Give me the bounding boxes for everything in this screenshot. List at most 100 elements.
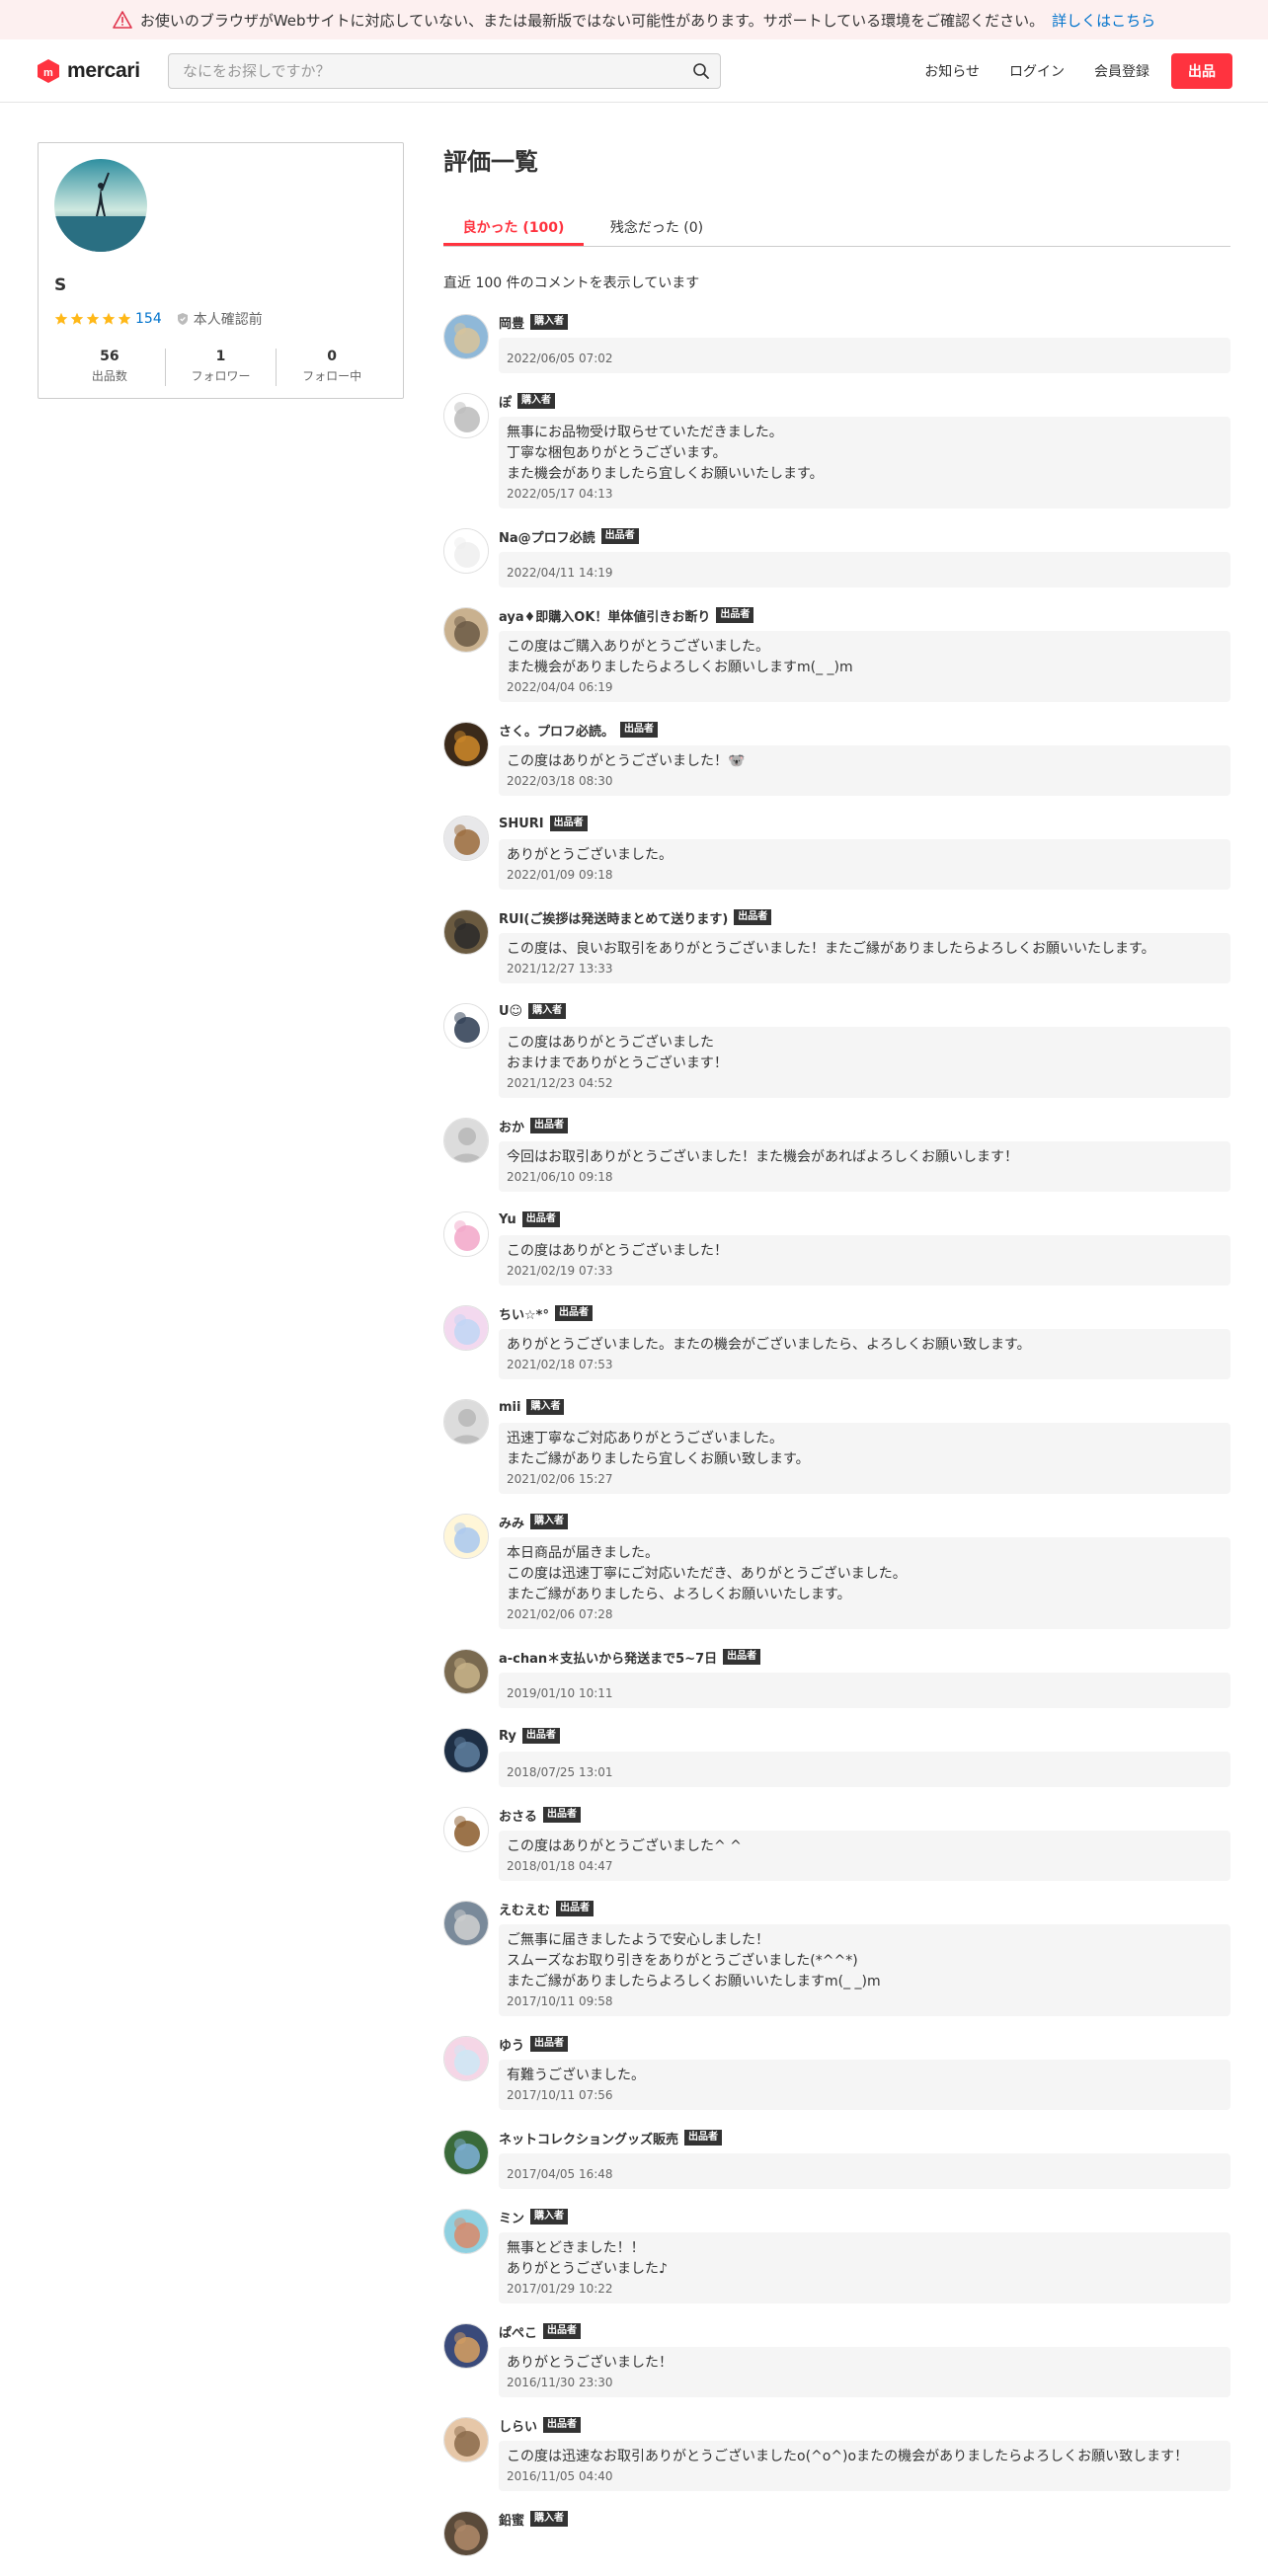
mercari-logo-icon: m bbox=[36, 58, 61, 84]
reviewer-name[interactable]: RUI(ご挨拶は発送時まとめて送ります) bbox=[499, 908, 728, 927]
reviewer-name[interactable]: 鉛蜜 bbox=[499, 2510, 524, 2529]
role-badge: 出品者 bbox=[543, 2323, 582, 2339]
reviewer-name[interactable]: みみ bbox=[499, 1513, 524, 1531]
review-comment: この度はありがとうございました^ ^ bbox=[507, 1838, 742, 1854]
review-item: a-chan＊支払いから発送まで5~7日 出品者 2019/01/10 10:11 bbox=[443, 1649, 1230, 1708]
reviewer-name[interactable]: a-chan＊支払いから発送まで5~7日 bbox=[499, 1648, 717, 1667]
reviewer-avatar[interactable] bbox=[443, 2417, 489, 2462]
role-badge: 購入者 bbox=[517, 393, 556, 409]
reviewer-avatar[interactable] bbox=[443, 1003, 489, 1049]
reviewer-avatar[interactable] bbox=[443, 2209, 489, 2254]
reviewer-name[interactable]: ネットコレクショングッズ販売 bbox=[499, 2129, 678, 2147]
review-date: 2022/04/04 06:19 bbox=[507, 680, 613, 694]
login-link[interactable]: ログイン bbox=[1009, 61, 1065, 81]
review-bubble: 無事とどきました！！ ありがとうございました♪ 2017/01/29 10:22 bbox=[499, 2232, 1230, 2303]
stat-label: フォロー中 bbox=[302, 369, 362, 383]
reviewer-name[interactable]: aya♦即購入OK！単体値引きお断り bbox=[499, 606, 710, 625]
reviewer-name[interactable]: Ry bbox=[499, 1729, 516, 1744]
star-icon bbox=[102, 312, 116, 326]
tab-bad[interactable]: 残念だった (0) bbox=[584, 207, 730, 246]
tab-good[interactable]: 良かった (100) bbox=[443, 207, 584, 246]
reviewer-avatar[interactable] bbox=[443, 2036, 489, 2081]
reviewer-name[interactable]: Na@プロフ必読 bbox=[499, 527, 595, 546]
review-tabs: 良かった (100) 残念だった (0) bbox=[443, 207, 1230, 247]
reviewer-name[interactable]: ちい☆*° bbox=[499, 1304, 549, 1323]
reviewer-avatar[interactable] bbox=[443, 2511, 489, 2556]
review-bubble: 無事にお品物受け取らせていただきました。 丁寧な梱包ありがとうございます。 また… bbox=[499, 417, 1230, 508]
review-date: 2016/11/30 23:30 bbox=[507, 2376, 613, 2389]
review-bubble: ありがとうございました。 2022/01/09 09:18 bbox=[499, 839, 1230, 890]
reviewer-name[interactable]: ぽ bbox=[499, 392, 512, 411]
reviewer-name[interactable]: しらい bbox=[499, 2416, 537, 2435]
review-item: 岡豊 購入者 2022/06/05 07:02 bbox=[443, 314, 1230, 373]
review-item: ぱぺこ 出品者ありがとうございました！ 2016/11/30 23:30 bbox=[443, 2323, 1230, 2397]
review-date: 2017/10/11 07:56 bbox=[507, 2088, 613, 2102]
reviewer-avatar[interactable] bbox=[443, 1728, 489, 1773]
reviewer-avatar[interactable] bbox=[443, 1399, 489, 1444]
review-item: みみ 購入者 本日商品が届きました。 この度は迅速丁寧にご対応いただき、ありがとうご… bbox=[443, 1514, 1230, 1629]
reviewer-name[interactable]: U☺ bbox=[499, 1004, 522, 1019]
role-badge: 出品者 bbox=[521, 1211, 560, 1227]
rating-stars bbox=[54, 312, 131, 326]
news-link[interactable]: お知らせ bbox=[924, 61, 980, 81]
role-badge: 購入者 bbox=[530, 314, 569, 330]
review-comment: ありがとうございました！ bbox=[507, 2355, 673, 2371]
reviewer-name[interactable]: mii bbox=[499, 1400, 520, 1415]
banner-details-link[interactable]: 詳しくはこちら bbox=[1052, 10, 1155, 31]
reviewer-avatar[interactable] bbox=[443, 1649, 489, 1694]
reviewer-avatar[interactable] bbox=[443, 393, 489, 438]
reviewer-name[interactable]: おさる bbox=[499, 1806, 537, 1825]
reviewer-avatar[interactable] bbox=[443, 1514, 489, 1559]
profile-avatar[interactable] bbox=[54, 159, 147, 252]
search-box[interactable] bbox=[168, 52, 721, 89]
reviewer-name[interactable]: おか bbox=[499, 1117, 524, 1135]
page-title: 評価一覧 bbox=[443, 148, 538, 176]
reviewer-name[interactable]: ミン bbox=[499, 2208, 524, 2226]
reviewer-avatar[interactable] bbox=[443, 1807, 489, 1852]
reviewer-avatar[interactable] bbox=[443, 1118, 489, 1163]
reviewer-avatar[interactable] bbox=[443, 816, 489, 861]
sell-button[interactable]: 出品 bbox=[1171, 52, 1232, 89]
review-comment: 本日商品が届きました。 この度は迅速丁寧にご対応いただき、ありがとうございました… bbox=[507, 1545, 907, 1602]
review-comment: 今回はお取引ありがとうございました！また機会があればよろしくお願いします！ bbox=[507, 1149, 1018, 1165]
reviewer-name[interactable]: ゆう bbox=[499, 2035, 524, 2054]
browser-warning-banner: お使いのブラウザがWebサイトに対応していない、または最新版ではない可能性があり… bbox=[0, 0, 1268, 39]
search-icon[interactable] bbox=[692, 62, 710, 80]
review-comment: 有難うございました。 bbox=[507, 2068, 645, 2083]
banner-message: お使いのブラウザがWebサイトに対応していない、または最新版ではない可能性があり… bbox=[139, 11, 1045, 30]
reviewer-name[interactable]: えむえむ bbox=[499, 1900, 550, 1918]
role-badge: 出品者 bbox=[530, 1118, 569, 1133]
stat-listings[interactable]: 56 出品数 bbox=[54, 349, 166, 386]
reviewer-avatar[interactable] bbox=[443, 722, 489, 767]
reviewer-name[interactable]: 岡豊 bbox=[499, 313, 524, 332]
search-input[interactable] bbox=[183, 61, 692, 80]
reviewer-avatar[interactable] bbox=[443, 528, 489, 574]
reviewer-name[interactable]: ぱぺこ bbox=[499, 2322, 537, 2341]
review-item: ゆう 出品者 有難うございました。 2017/10/11 07:56 bbox=[443, 2036, 1230, 2110]
review-item: おか 出品者今回はお取引ありがとうございました！また機会があればよろしくお願いしま… bbox=[443, 1118, 1230, 1192]
reviewer-name[interactable]: さく。プロフ必読。 bbox=[499, 721, 614, 740]
reviewer-avatar[interactable] bbox=[443, 314, 489, 359]
signup-link[interactable]: 会員登録 bbox=[1094, 61, 1149, 81]
reviewer-avatar[interactable] bbox=[443, 909, 489, 955]
review-list-section: 評価一覧 良かった (100) 残念だった (0) 直近 100 件のコメントを… bbox=[443, 142, 1230, 2576]
rating-count-link[interactable]: 154 bbox=[135, 311, 162, 327]
reviewer-avatar[interactable] bbox=[443, 1901, 489, 1946]
reviewer-name[interactable]: Yu bbox=[499, 1212, 516, 1227]
stat-following[interactable]: 0 フォロー中 bbox=[277, 349, 387, 386]
star-icon bbox=[54, 312, 68, 326]
reviewer-avatar[interactable] bbox=[443, 1211, 489, 1257]
reviewer-avatar[interactable] bbox=[443, 2323, 489, 2369]
reviewer-name[interactable]: SHURI bbox=[499, 817, 544, 831]
review-item: ネットコレクショングッズ販売 出品者 2017/04/05 16:48 bbox=[443, 2130, 1230, 2189]
review-comment: この度はご購入ありがとうございました。 また機会がありましたらよろしくお願いしま… bbox=[507, 639, 853, 675]
profile-name: S bbox=[54, 275, 67, 295]
mercari-logo[interactable]: m mercari bbox=[36, 58, 168, 84]
role-badge: 購入者 bbox=[528, 1003, 567, 1019]
review-date: 2018/01/18 04:47 bbox=[507, 1859, 613, 1873]
reviewer-avatar[interactable] bbox=[443, 607, 489, 653]
reviewer-avatar[interactable] bbox=[443, 2130, 489, 2175]
stat-followers[interactable]: 1 フォロワー bbox=[166, 349, 277, 386]
review-bubble: この度は迅速なお取引ありがとうございましたo(^o^)oまたの機会がありましたら… bbox=[499, 2441, 1230, 2491]
reviewer-avatar[interactable] bbox=[443, 1305, 489, 1351]
